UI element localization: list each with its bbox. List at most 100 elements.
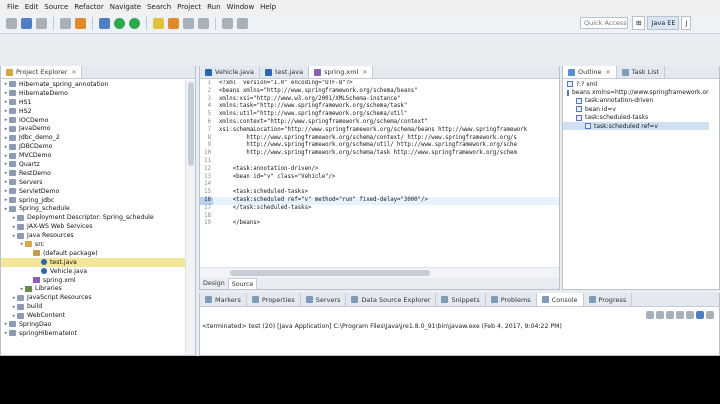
save-all-icon[interactable] — [36, 17, 47, 29]
code-line[interactable]: 15 <task:scheduled-tasks> — [200, 189, 559, 197]
tree-item[interactable]: ▸ JavaScript Resources — [1, 293, 185, 302]
code-line[interactable]: 8 http://www.springframework.org/schema/… — [200, 135, 559, 143]
tab-markers[interactable]: Markers — [200, 293, 247, 306]
perspective-java-ee[interactable]: Java EE — [647, 16, 680, 30]
tab-data-source-explorer[interactable]: Data Source Explorer — [346, 293, 437, 306]
run-icon[interactable] — [114, 17, 125, 29]
tree-item[interactable]: ▸ HS2 — [1, 107, 185, 116]
tree-item[interactable]: ▸ JAX-WS Web Services — [1, 222, 185, 231]
tree-item[interactable]: Vehicle.java — [1, 267, 185, 276]
outline-item[interactable]: bean id=v — [563, 105, 709, 113]
code-line[interactable]: 5 xmlns:util="http://www.springframework.… — [200, 111, 559, 119]
tree-item[interactable]: ▸ build — [1, 302, 185, 311]
tree-item[interactable]: (default package) — [1, 249, 185, 258]
code-line[interactable]: 19 </beans> — [200, 220, 559, 228]
tree-item[interactable]: ▸ MVCDemo — [1, 151, 185, 160]
code-line[interactable]: 2 <beans xmlns="http://www.springframewor… — [200, 88, 559, 96]
tab-snippets[interactable]: Snippets — [436, 293, 486, 306]
new-icon[interactable] — [6, 17, 17, 29]
outline-item[interactable]: ?:? xml — [563, 80, 709, 88]
tree-item[interactable]: ▸ WebContent — [1, 311, 185, 320]
back-icon[interactable] — [222, 17, 233, 29]
tab-source[interactable]: Source — [228, 278, 258, 289]
tab-properties[interactable]: Properties — [247, 293, 301, 306]
code-line[interactable]: 11 — [200, 158, 559, 166]
save-icon[interactable] — [21, 17, 32, 29]
tree-item[interactable]: ▸ Hibernate_spring_annotation — [1, 80, 185, 89]
new-class-icon[interactable] — [168, 17, 179, 29]
tab-vehicle-java[interactable]: Vehicle.java — [200, 66, 260, 78]
menu-search[interactable]: Search — [144, 3, 174, 11]
code-line[interactable]: 14 — [200, 181, 559, 189]
code-line[interactable]: 1 <?xml version="1.0" encoding="UTF-8"?> — [200, 80, 559, 88]
tree-item[interactable]: ▸ JavaDemo — [1, 124, 185, 133]
menu-run[interactable]: Run — [204, 3, 223, 11]
tab-task-list[interactable]: Task List — [617, 66, 666, 78]
coverage-icon[interactable] — [129, 17, 140, 29]
code-line[interactable]: 6 xmlns:context="http://www.springframewo… — [200, 119, 559, 127]
pin-console-icon[interactable] — [686, 311, 694, 319]
tree-item[interactable]: ▸ Jdbc_demo_2 — [1, 133, 185, 142]
debug-icon[interactable] — [99, 17, 110, 29]
open-perspective-button[interactable]: ⊞ — [632, 16, 646, 30]
tab-spring-xml[interactable]: spring.xml ✕ — [309, 66, 374, 78]
tree-item[interactable]: ▸ IOCDemo — [1, 116, 185, 125]
menu-source[interactable]: Source — [41, 3, 71, 11]
outline-item[interactable]: task:scheduled ref=v — [563, 121, 709, 131]
menu-project[interactable]: Project — [174, 3, 204, 11]
tree-item[interactable]: ▸ RestDemo — [1, 169, 185, 178]
outline-item[interactable]: task:scheduled-tasks — [563, 114, 709, 122]
code-line[interactable]: 4 xmlns:task="http://www.springframework.… — [200, 103, 559, 111]
close-icon[interactable]: ✕ — [362, 69, 367, 76]
code-line[interactable]: 17 </task:scheduled-tasks> — [200, 205, 559, 213]
code-line[interactable]: 13 <bean id="v" class="Vehicle"/> — [200, 174, 559, 182]
code-line[interactable]: 12 <task:annotation-driven/> — [200, 166, 559, 174]
tab-console[interactable]: Console — [536, 293, 584, 306]
editor-horizontal-scrollbar[interactable] — [200, 267, 559, 278]
search-icon[interactable] — [198, 17, 209, 29]
tree-item[interactable]: ▸ SpringDao — [1, 320, 185, 329]
terminate-icon[interactable] — [646, 311, 654, 319]
tree-item[interactable]: ▸ HS1 — [1, 98, 185, 107]
open-type-icon[interactable] — [183, 17, 194, 29]
tab-outline[interactable]: Outline ✕ — [563, 66, 617, 78]
perspective-java[interactable]: J — [681, 16, 692, 30]
code-line[interactable]: 10 http://www.springframework.org/schema… — [200, 150, 559, 158]
tree-item[interactable]: ▸ src — [1, 240, 185, 249]
clear-console-icon[interactable] — [666, 311, 674, 319]
tree-item[interactable]: ▸ Servers — [1, 178, 185, 187]
tab-test-java[interactable]: test.java — [260, 66, 310, 78]
tree-item[interactable]: ▸ spring_jdbc — [1, 196, 185, 205]
code-line[interactable]: 16 <task:scheduled ref="v" method="run" … — [200, 196, 559, 205]
tab-problems[interactable]: Problems — [486, 293, 537, 306]
tree-item[interactable]: ▸ springHibernateInt — [1, 329, 185, 338]
code-line[interactable]: 7 xsi:schemaLocation="http://www.springfr… — [200, 127, 559, 135]
quick-access-input[interactable]: Quick Access — [580, 17, 628, 29]
tab-project-explorer[interactable]: Project Explorer ✕ — [1, 66, 83, 78]
new-package-icon[interactable] — [153, 17, 164, 29]
outline-item[interactable]: task:annotation-driven — [563, 97, 709, 105]
menu-edit[interactable]: Edit — [22, 3, 42, 11]
tree-item[interactable]: ▸ Quartz — [1, 160, 185, 169]
tree-item[interactable]: ▸ ServletDemo — [1, 187, 185, 196]
scroll-thumb[interactable] — [188, 82, 194, 166]
project-explorer-scrollbar[interactable] — [185, 80, 195, 355]
close-icon[interactable]: ✕ — [71, 69, 76, 76]
tree-item[interactable]: ▸ Deployment Descriptor: Spring_schedule — [1, 213, 185, 222]
menu-window[interactable]: Window — [224, 3, 258, 11]
code-line[interactable]: 18 — [200, 213, 559, 221]
code-line[interactable]: 9 http://www.springframework.org/schema/… — [200, 142, 559, 150]
forward-icon[interactable] — [237, 17, 248, 29]
code-line[interactable]: 3 xmlns:xsi="http://www.w3.org/2001/XMLSc… — [200, 96, 559, 104]
tree-item[interactable]: spring.xml — [1, 276, 185, 285]
display-console-icon[interactable] — [696, 311, 704, 319]
code-area[interactable]: 1 <?xml version="1.0" encoding="UTF-8"?> 2… — [200, 80, 559, 267]
outline-item[interactable]: beans xmlns=http://www.springframework.o… — [563, 88, 709, 96]
server-icon[interactable] — [75, 17, 86, 29]
tree-item[interactable]: ▸ Spring_schedule — [1, 204, 185, 213]
close-icon[interactable]: ✕ — [606, 69, 611, 76]
tree-item[interactable]: ▸ Java Resources — [1, 231, 185, 240]
remove-launch-icon[interactable] — [656, 311, 664, 319]
menu-file[interactable]: File — [4, 3, 22, 11]
menu-navigate[interactable]: Navigate — [107, 3, 144, 11]
